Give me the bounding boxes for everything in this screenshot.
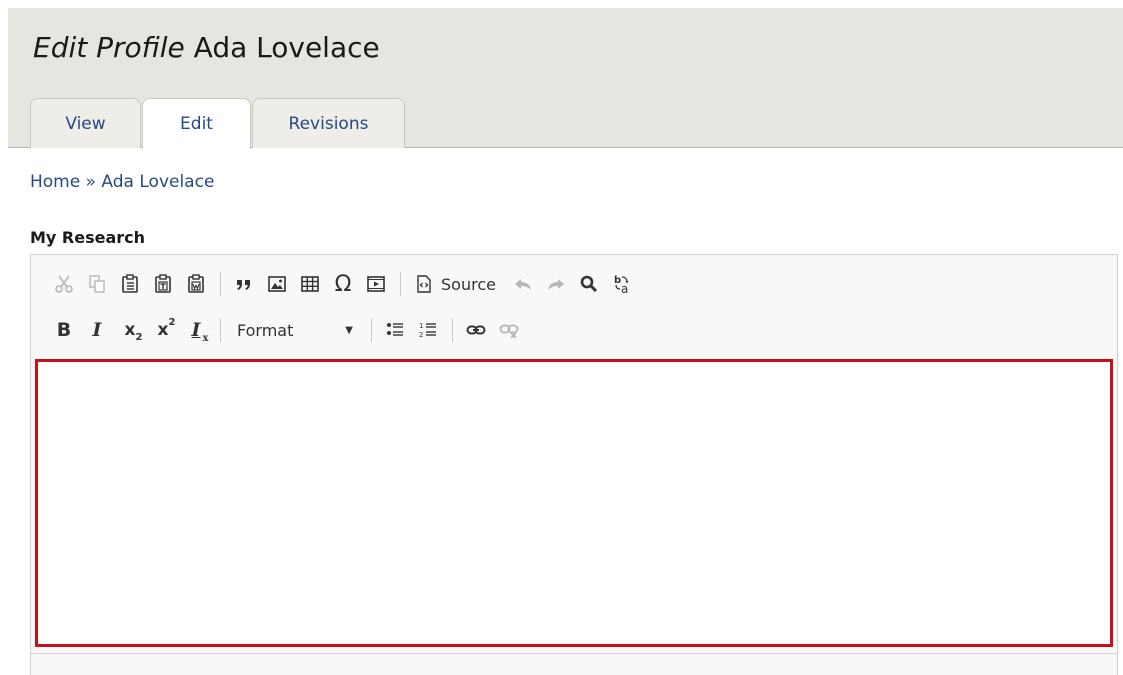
rich-text-editor: Ω Source ba B I x2 x2 Ix Format ▼ 1 2 [30,254,1118,675]
toolbar-separator [371,318,372,342]
page-title-prefix: Edit Profile [33,31,185,64]
svg-text:2: 2 [419,331,423,339]
caret-down-icon: ▼ [345,324,353,336]
cut-icon[interactable] [51,271,77,297]
breadcrumb-home-link[interactable]: Home [30,172,80,192]
superscript-icon[interactable]: x2 [150,317,176,343]
paste-word-icon[interactable] [183,271,209,297]
breadcrumb: Home » Ada Lovelace [30,172,214,192]
special-char-icon[interactable]: Ω [330,271,356,297]
page-title-name: Ada Lovelace [193,31,380,64]
remove-format-icon[interactable]: Ix [183,317,209,344]
tab-edit[interactable]: Edit [142,98,251,149]
redo-icon[interactable] [543,271,569,297]
media-embed-icon[interactable] [363,271,389,297]
image-icon[interactable] [264,271,290,297]
toolbar-separator [400,272,401,296]
undo-icon[interactable] [510,271,536,297]
paste-text-icon[interactable] [150,271,176,297]
bold-icon[interactable]: B [51,317,77,343]
editor-toolbar-row-1: Ω Source ba [51,269,642,299]
format-dropdown-value: Format [237,320,294,340]
editor-toolbar-row-2: B I x2 x2 Ix Format ▼ 12 [51,315,529,345]
breadcrumb-current-link[interactable]: Ada Lovelace [101,172,214,192]
italic-icon[interactable]: I [84,317,110,343]
svg-text:1: 1 [419,322,423,330]
svg-text:a: a [621,282,628,294]
bulleted-list-icon[interactable] [382,317,408,343]
page-title: Edit Profile Ada Lovelace [33,31,380,64]
toolbar-separator [220,272,221,296]
table-icon[interactable] [297,271,323,297]
editor-content-area[interactable] [35,359,1113,647]
primary-tabs: View Edit Revisions [30,98,406,149]
source-label: Source [441,274,496,294]
tab-view[interactable]: View [30,98,141,148]
toolbar-separator [452,318,453,342]
unlink-icon[interactable] [496,317,522,343]
find-icon[interactable] [576,271,602,297]
source-button[interactable]: Source [411,271,496,297]
tab-revisions[interactable]: Revisions [252,98,405,148]
format-dropdown[interactable]: Format ▼ [231,316,359,344]
link-icon[interactable] [463,317,489,343]
my-research-label: My Research [30,228,146,247]
blockquote-icon[interactable] [231,271,257,297]
replace-icon[interactable]: ba [609,271,635,297]
editor-status-bar [31,653,1117,654]
source-icon [411,271,437,297]
breadcrumb-separator: » [85,172,97,192]
toolbar-separator [220,318,221,342]
paste-icon[interactable] [117,271,143,297]
numbered-list-icon[interactable]: 12 [415,317,441,343]
copy-icon[interactable] [84,271,110,297]
subscript-icon[interactable]: x2 [117,317,143,343]
page-header: Edit Profile Ada Lovelace View Edit Revi… [8,8,1123,149]
